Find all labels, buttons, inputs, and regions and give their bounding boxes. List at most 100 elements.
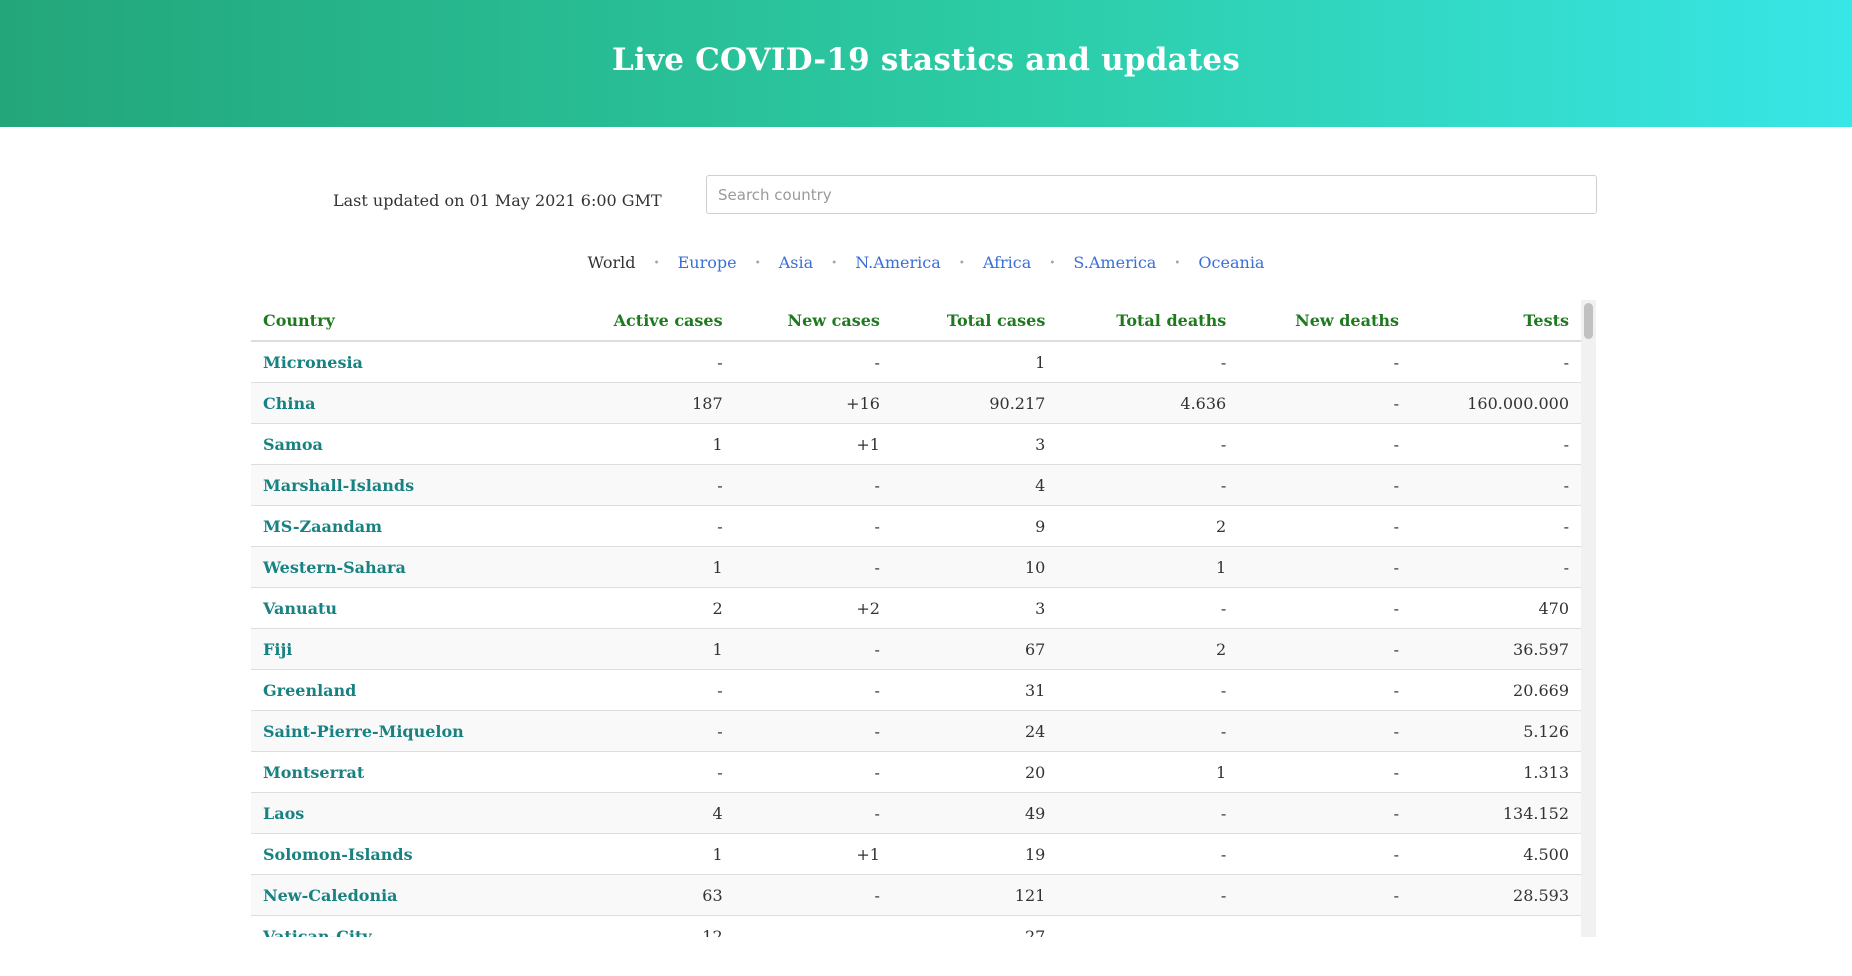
cell-new-cases: - <box>734 546 892 588</box>
cell-total-deaths: 2 <box>1057 505 1239 547</box>
page-title: Live COVID-19 stastics and updates <box>612 41 1240 78</box>
separator-dot-icon: • <box>754 258 761 269</box>
cell-tests: - <box>1411 546 1581 588</box>
column-header-total-deaths[interactable]: Total deaths <box>1057 300 1239 342</box>
cell-total-cases: 90.217 <box>891 382 1058 424</box>
cell-new-deaths: - <box>1238 546 1412 588</box>
cell-total-deaths: - <box>1057 464 1239 506</box>
cell-new-deaths: - <box>1238 874 1412 916</box>
region-asia-link[interactable]: Asia <box>779 253 813 272</box>
region-africa-link[interactable]: Africa <box>983 253 1031 272</box>
country-link[interactable]: Samoa <box>251 423 555 465</box>
cell-new-deaths: - <box>1238 833 1412 875</box>
cell-tests: - <box>1411 915 1581 937</box>
table-row[interactable]: MS-Zaandam - -9 2- - <box>251 505 1581 547</box>
cell-total-cases: 3 <box>891 423 1058 465</box>
country-link[interactable]: Greenland <box>251 669 555 711</box>
cell-total-deaths: - <box>1057 587 1239 629</box>
cell-new-deaths: - <box>1238 915 1412 937</box>
table-row[interactable]: Greenland - -31- -20.669 <box>251 669 1581 711</box>
country-link[interactable]: Vanuatu <box>251 587 555 629</box>
cell-active-cases: 63 <box>555 874 735 916</box>
cell-total-cases: 19 <box>891 833 1058 875</box>
cell-new-deaths: - <box>1238 587 1412 629</box>
cell-new-deaths: - <box>1238 382 1412 424</box>
table-row[interactable]: Marshall-Islands - -4- - - <box>251 464 1581 506</box>
cell-total-deaths: 1 <box>1057 546 1239 588</box>
country-link[interactable]: Solomon-Islands <box>251 833 555 875</box>
region-north-america-link[interactable]: N.America <box>855 253 941 272</box>
table-row[interactable]: Vatican-City 12-27- - - <box>251 915 1581 937</box>
country-link[interactable]: Vatican-City <box>251 915 555 937</box>
cell-total-cases: 27 <box>891 915 1058 937</box>
cell-new-cases: +1 <box>734 423 892 465</box>
cell-total-cases: 4 <box>891 464 1058 506</box>
country-link[interactable]: Micronesia <box>251 341 555 383</box>
table-body: Micronesia - -1- - - China 187 +16 90.217 4.636-1… <box>251 341 1581 937</box>
column-header-active-cases[interactable]: Active cases <box>555 300 735 342</box>
cell-total-deaths: - <box>1057 423 1239 465</box>
cell-total-cases: 3 <box>891 587 1058 629</box>
cell-active-cases: 1 <box>555 546 735 588</box>
table-row[interactable]: Micronesia - -1- - - <box>251 341 1581 383</box>
scrollbar-thumb[interactable] <box>1584 303 1593 339</box>
separator-dot-icon: • <box>653 258 660 269</box>
country-link[interactable]: Montserrat <box>251 751 555 793</box>
cell-new-cases: - <box>734 505 892 547</box>
table-row[interactable]: Saint-Pierre-Miquelon - -24- -5.126 <box>251 710 1581 752</box>
country-link[interactable]: Marshall-Islands <box>251 464 555 506</box>
cell-total-cases: 24 <box>891 710 1058 752</box>
country-link[interactable]: Laos <box>251 792 555 834</box>
column-header-total-cases[interactable]: Total cases <box>891 300 1058 342</box>
region-south-america-link[interactable]: S.America <box>1073 253 1156 272</box>
cell-total-cases: 1 <box>891 341 1058 383</box>
cell-total-deaths: 1 <box>1057 751 1239 793</box>
cell-new-deaths: - <box>1238 341 1412 383</box>
cell-new-cases: - <box>734 464 892 506</box>
table-row[interactable]: Solomon-Islands 1 +1 19- -4.500 <box>251 833 1581 875</box>
cell-tests: 5.126 <box>1411 710 1581 752</box>
table-row[interactable]: Western-Sahara 1-10 1- - <box>251 546 1581 588</box>
cell-tests: 36.597 <box>1411 628 1581 670</box>
country-link[interactable]: New-Caledonia <box>251 874 555 916</box>
cell-total-deaths: - <box>1057 341 1239 383</box>
table-row[interactable]: Samoa 1 +1 3- - - <box>251 423 1581 465</box>
cell-new-cases: - <box>734 341 892 383</box>
cell-active-cases: 1 <box>555 423 735 465</box>
table-row[interactable]: Laos 4-49- -134.152 <box>251 792 1581 834</box>
region-world-link[interactable]: World <box>588 253 636 272</box>
cell-tests: - <box>1411 505 1581 547</box>
cell-new-deaths: - <box>1238 423 1412 465</box>
table-row[interactable]: Montserrat - -20 1-1.313 <box>251 751 1581 793</box>
region-europe-link[interactable]: Europe <box>678 253 737 272</box>
country-link[interactable]: MS-Zaandam <box>251 505 555 547</box>
column-header-tests[interactable]: Tests <box>1411 300 1581 342</box>
cell-new-cases: - <box>734 628 892 670</box>
column-header-country[interactable]: Country <box>251 300 555 342</box>
column-header-new-cases[interactable]: New cases <box>734 300 892 342</box>
column-header-new-deaths[interactable]: New deaths <box>1238 300 1412 342</box>
table-row[interactable]: China 187 +16 90.217 4.636-160.000.000 <box>251 382 1581 424</box>
cell-total-deaths: 2 <box>1057 628 1239 670</box>
region-oceania-link[interactable]: Oceania <box>1198 253 1264 272</box>
cell-total-deaths: 4.636 <box>1057 382 1239 424</box>
table-scrollbar[interactable] <box>1581 300 1596 937</box>
cell-new-deaths: - <box>1238 628 1412 670</box>
table-row[interactable]: Vanuatu 2 +2 3- -470 <box>251 587 1581 629</box>
cell-total-cases: 9 <box>891 505 1058 547</box>
table-header-row: Country Active cases New cases Total cas… <box>251 300 1581 342</box>
table-row[interactable]: New-Caledonia 63-121- -28.593 <box>251 874 1581 916</box>
cell-active-cases: - <box>555 669 735 711</box>
country-link[interactable]: Fiji <box>251 628 555 670</box>
cell-new-cases: - <box>734 915 892 937</box>
cell-total-deaths: - <box>1057 669 1239 711</box>
cell-total-cases: 31 <box>891 669 1058 711</box>
search-country-input[interactable] <box>706 175 1597 214</box>
country-link[interactable]: China <box>251 382 555 424</box>
country-link[interactable]: Western-Sahara <box>251 546 555 588</box>
table-row[interactable]: Fiji 1-67 2-36.597 <box>251 628 1581 670</box>
controls-row: Last updated on 01 May 2021 6:00 GMT <box>0 127 1852 247</box>
cell-total-cases: 121 <box>891 874 1058 916</box>
table-scroll-area[interactable]: Country Active cases New cases Total cas… <box>251 300 1581 937</box>
country-link[interactable]: Saint-Pierre-Miquelon <box>251 710 555 752</box>
